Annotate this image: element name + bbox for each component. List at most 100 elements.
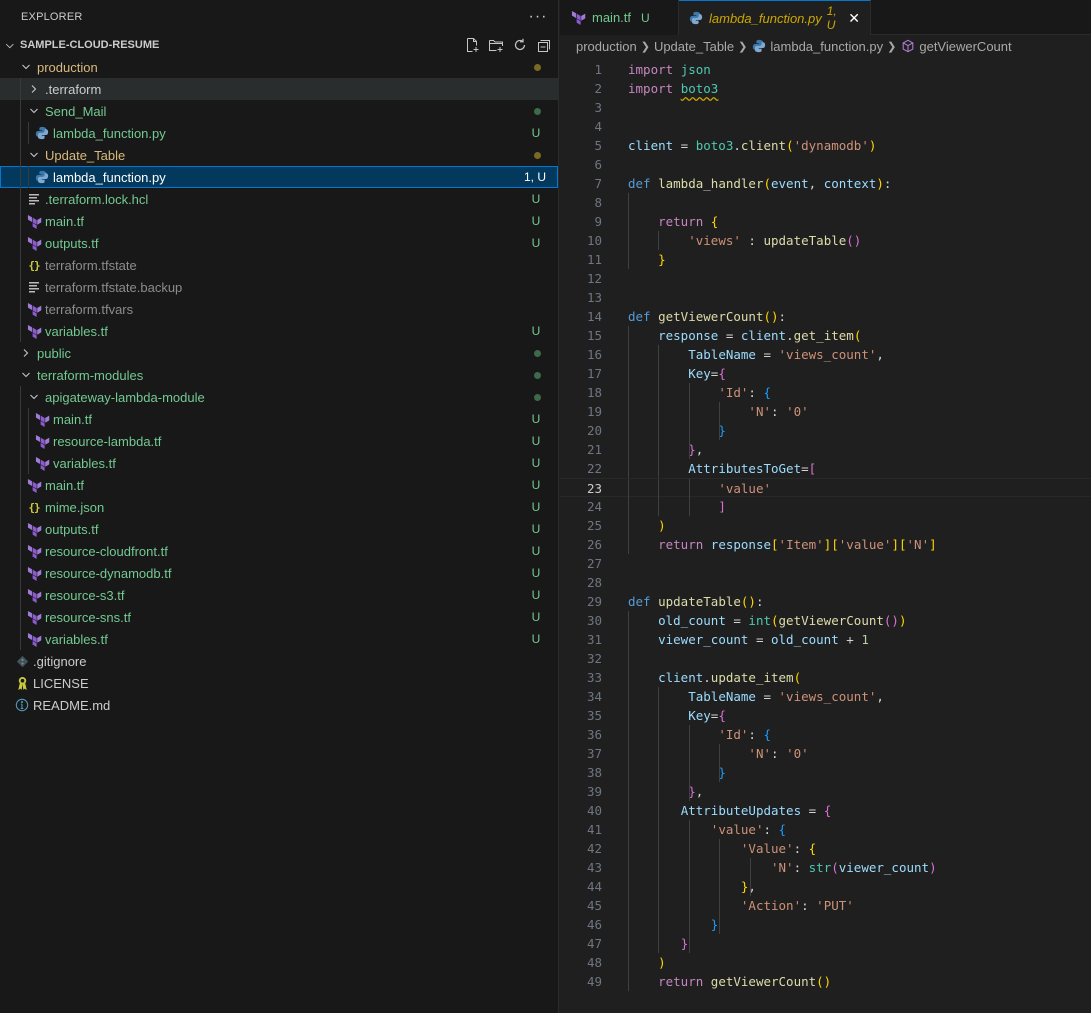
more-actions-button[interactable]: ··· — [518, 8, 558, 26]
line-number: 3 — [594, 100, 602, 115]
indent-guide — [658, 782, 660, 801]
line-content: def lambda_handler(event, context): — [604, 174, 891, 193]
tree-file[interactable]: main.tf U — [0, 210, 558, 232]
code-token: = — [801, 461, 809, 476]
tree-file[interactable]: resource-dynamodb.tf U — [0, 562, 558, 584]
new-folder-button[interactable] — [488, 37, 504, 53]
code-token: '0' — [786, 746, 809, 761]
code-token: } — [658, 252, 666, 267]
tree-file[interactable]: .terraform.lock.hcl U — [0, 188, 558, 210]
code-line: 25 ) — [560, 516, 1091, 535]
indent-guide — [688, 877, 690, 896]
indent-guide — [658, 687, 660, 706]
tab-label: lambda_function.py — [709, 10, 822, 26]
tree-file[interactable]: terraform.tfvars — [0, 298, 558, 320]
tree-item-label: variables.tf — [45, 631, 108, 647]
close-icon[interactable]: ✕ — [848, 10, 860, 27]
line-number: 48 — [586, 955, 602, 970]
git-status-dot — [534, 151, 541, 159]
tree-file[interactable]: terraform.tfstate.backup — [0, 276, 558, 298]
refresh-button[interactable] — [512, 37, 528, 53]
tree-file[interactable]: LICENSE — [0, 672, 558, 694]
indent-guide — [749, 858, 751, 877]
indent-guide — [628, 858, 629, 877]
tree-item-label: terraform-modules — [37, 367, 144, 383]
line-content: } — [604, 250, 666, 269]
breadcrumb-file[interactable]: lambda_function.py — [770, 39, 883, 54]
indent-guide — [749, 877, 751, 896]
code-token: : — [755, 594, 764, 609]
breadcrumb-symbol[interactable]: getViewerCount — [919, 39, 1011, 54]
code-token: : — [771, 746, 787, 761]
code-token: ) — [658, 955, 666, 970]
line-number: 41 — [586, 822, 602, 837]
tree-folder[interactable]: Update_Table — [0, 144, 558, 166]
code-line: 9 return { — [560, 212, 1091, 231]
tree-file[interactable]: README.md — [0, 694, 558, 716]
code-token: viewer_count — [838, 860, 930, 875]
tree-file[interactable]: variables.tf U — [0, 320, 558, 342]
code-token: [ — [771, 537, 779, 552]
tree-file[interactable]: main.tf U — [0, 474, 558, 496]
tree-item-label: resource-sns.tf — [45, 609, 131, 625]
tab-main-tf[interactable]: main.tf U — [560, 0, 679, 35]
code-token: 'N' — [771, 860, 794, 875]
tree-file[interactable]: variables.tf U — [0, 452, 558, 474]
line-content: import json — [604, 60, 711, 79]
tree-file[interactable]: resource-cloudfront.tf U — [0, 540, 558, 562]
workspace-root[interactable]: ⌵ SAMPLE-CLOUD-RESUME — [0, 34, 558, 56]
line-number: 40 — [586, 803, 602, 818]
tree-file[interactable]: outputs.tf U — [0, 232, 558, 254]
tree-folder[interactable]: production — [0, 56, 558, 78]
line-content: AttributeUpdates = { — [604, 801, 832, 820]
tree-file[interactable]: resource-sns.tf U — [0, 606, 558, 628]
lines-file-icon — [26, 279, 42, 295]
indent-guide — [658, 725, 660, 744]
tree-file[interactable]: outputs.tf U — [0, 518, 558, 540]
code-line: 3 — [560, 98, 1091, 117]
python-file-icon — [34, 125, 50, 141]
code-token: int — [748, 613, 771, 628]
code-line: 7 def lambda_handler(event, context): — [560, 174, 1091, 193]
tree-folder[interactable]: terraform-modules — [0, 364, 558, 386]
code-token: { — [808, 841, 817, 856]
tree-file[interactable]: main.tf U — [0, 408, 558, 430]
tree-folder[interactable]: public — [0, 342, 558, 364]
code-token: event — [771, 176, 809, 191]
tree-file[interactable]: {} terraform.tfstate — [0, 254, 558, 276]
breadcrumb-folder-production[interactable]: production — [576, 39, 637, 54]
tab-lambda-function[interactable]: lambda_function.py 1, U ✕ — [679, 0, 871, 35]
tree-folder[interactable]: Send_Mail — [0, 100, 558, 122]
code-token: } — [680, 936, 689, 951]
tree-file[interactable]: lambda_function.py U — [0, 122, 558, 144]
tree-file[interactable]: lambda_function.py 1, U — [0, 166, 558, 188]
code-token: : — [883, 176, 892, 191]
tree-item-label: .terraform — [45, 81, 102, 97]
tree-file[interactable]: resource-s3.tf U — [0, 584, 558, 606]
code-editor[interactable]: 1 import json 2 import boto3 3 4 5 client = bot… — [560, 60, 1091, 991]
indent-guide — [28, 408, 29, 474]
code-token: [ — [808, 461, 817, 476]
line-number: 5 — [594, 138, 602, 153]
tree-file[interactable]: resource-lambda.tf U — [0, 430, 558, 452]
tree-file[interactable]: variables.tf U — [0, 628, 558, 650]
code-token: 1 — [861, 632, 869, 647]
json-file-icon: {} — [28, 258, 40, 272]
chevron-right-icon: ❯ — [640, 40, 650, 53]
tree-file[interactable]: {} mime.json U — [0, 496, 558, 518]
line-content: 'N': str(viewer_count) — [604, 858, 937, 877]
tree-file[interactable]: .gitignore — [0, 650, 558, 672]
tree-folder[interactable]: apigateway-lambda-module — [0, 386, 558, 408]
tree-item-label: apigateway-lambda-module — [45, 389, 205, 405]
new-file-button[interactable] — [464, 37, 480, 53]
tree-folder[interactable]: .terraform — [0, 78, 558, 100]
indent-guide — [628, 459, 629, 478]
line-number: 44 — [586, 879, 602, 894]
collapse-all-button[interactable] — [536, 37, 552, 53]
code-token: ) — [876, 176, 884, 191]
tree-item-label: .gitignore — [33, 653, 87, 669]
breadcrumb-folder-update-table[interactable]: Update_Table — [654, 39, 734, 54]
